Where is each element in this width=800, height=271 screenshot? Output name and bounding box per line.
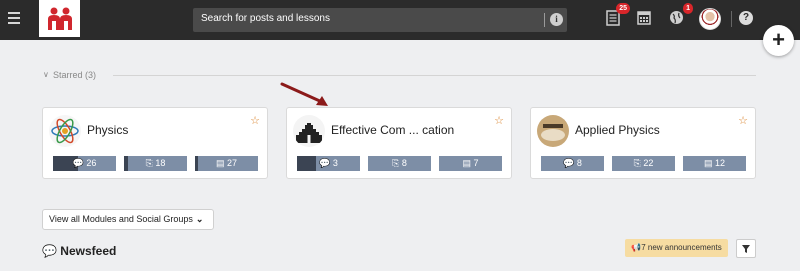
megaphone-icon: 📢	[631, 243, 642, 252]
lessons-stat[interactable]: ⎘ 18	[124, 156, 187, 171]
book-icon: ⎘	[633, 158, 641, 168]
announcements-label: 7 new announcements	[641, 243, 722, 252]
comments-icon: 💬	[319, 158, 331, 168]
posts-stat[interactable]: 💬 26	[53, 156, 116, 171]
comments-icon: 💬	[72, 158, 84, 168]
lessons-stat[interactable]: ⎘ 8	[368, 156, 431, 171]
newsfeed-title: Newsfeed	[60, 244, 117, 258]
news-stat[interactable]: ▤ 27	[195, 156, 258, 171]
star-icon[interactable]: ☆	[494, 114, 504, 127]
globe-button[interactable]: 1	[669, 3, 693, 28]
chevron-down-icon: ⌄	[195, 214, 204, 224]
calendar-icon	[637, 11, 651, 25]
card-title[interactable]: Applied Physics	[575, 123, 660, 137]
stat-value: 12	[715, 158, 726, 168]
stat-value: 18	[155, 158, 166, 168]
app-logo[interactable]	[39, 0, 80, 37]
header-divider	[731, 11, 732, 27]
search-input[interactable]: Search for posts and lessons	[201, 13, 330, 24]
starred-divider	[113, 75, 756, 76]
stat-value: 22	[643, 158, 654, 168]
calendar-button[interactable]	[637, 10, 653, 28]
stat-value: 27	[227, 158, 238, 168]
star-icon[interactable]: ☆	[738, 114, 748, 127]
castle-icon	[293, 115, 325, 147]
search-separator	[544, 13, 545, 27]
card-title[interactable]: Physics	[87, 123, 128, 137]
annotation-arrow-icon	[280, 82, 328, 106]
module-card-effective-communication[interactable]: Effective Com ... cation ☆ 💬 3 ⎘ 8 ▤ 7	[286, 107, 512, 179]
stat-value: 26	[86, 158, 97, 168]
comments-icon: 💬	[42, 244, 57, 258]
newspaper-icon: ▤	[703, 158, 713, 168]
module-card-applied-physics[interactable]: Applied Physics ☆ 💬 8 ⎘ 22 ▤ 12	[530, 107, 756, 179]
globe-icon	[670, 11, 683, 24]
news-stat[interactable]: ▤ 12	[683, 156, 746, 171]
search-bar[interactable]: Search for posts and lessons i	[193, 8, 567, 32]
posts-stat[interactable]: 💬 3	[297, 156, 360, 171]
newspaper-icon: ▤	[215, 158, 225, 168]
announcements-button[interactable]: 📢7 new announcements	[625, 239, 728, 257]
news-stat[interactable]: ▤ 7	[439, 156, 502, 171]
physics-atom-icon	[49, 115, 81, 147]
starred-section-header[interactable]: ∨ Starred (3)	[43, 70, 756, 82]
add-button[interactable]: +	[763, 25, 794, 56]
module-card-physics[interactable]: Physics ☆ 💬 26 ⎘ 18 ▤ 27	[42, 107, 268, 179]
star-icon[interactable]: ☆	[250, 114, 260, 127]
globe-badge: 1	[683, 3, 693, 14]
view-all-modules-button[interactable]: View all Modules and Social Groups ⌄	[42, 209, 214, 230]
lessons-stat[interactable]: ⎘ 22	[612, 156, 675, 171]
menu-icon[interactable]	[8, 12, 20, 24]
user-avatar[interactable]	[699, 8, 721, 30]
applied-physics-image-icon	[537, 115, 569, 147]
stat-value: 3	[332, 158, 338, 168]
top-navbar: Search for posts and lessons i 25 1 ?	[0, 0, 800, 40]
book-icon: ⎘	[145, 158, 153, 168]
comments-icon: 💬	[563, 158, 575, 168]
posts-stat[interactable]: 💬 8	[541, 156, 604, 171]
starred-label[interactable]: Starred (3)	[53, 70, 96, 80]
stat-value: 8	[576, 158, 582, 168]
help-icon[interactable]: ?	[739, 11, 753, 25]
stat-value: 8	[401, 158, 407, 168]
stat-value: 7	[473, 158, 479, 168]
newspaper-icon: ▤	[462, 158, 471, 168]
view-all-label: View all Modules and Social Groups	[49, 214, 193, 224]
filter-icon	[742, 244, 750, 253]
people-logo-icon	[47, 7, 72, 30]
notifications-badge: 25	[616, 3, 630, 14]
newsfeed-heading: 💬 Newsfeed	[42, 244, 116, 258]
card-title[interactable]: Effective Com ... cation	[331, 123, 454, 137]
book-icon: ⎘	[392, 158, 400, 168]
filter-button[interactable]	[736, 239, 756, 258]
info-icon[interactable]: i	[550, 13, 563, 26]
chevron-down-icon[interactable]: ∨	[43, 70, 49, 79]
notifications-button[interactable]: 25	[606, 3, 630, 28]
